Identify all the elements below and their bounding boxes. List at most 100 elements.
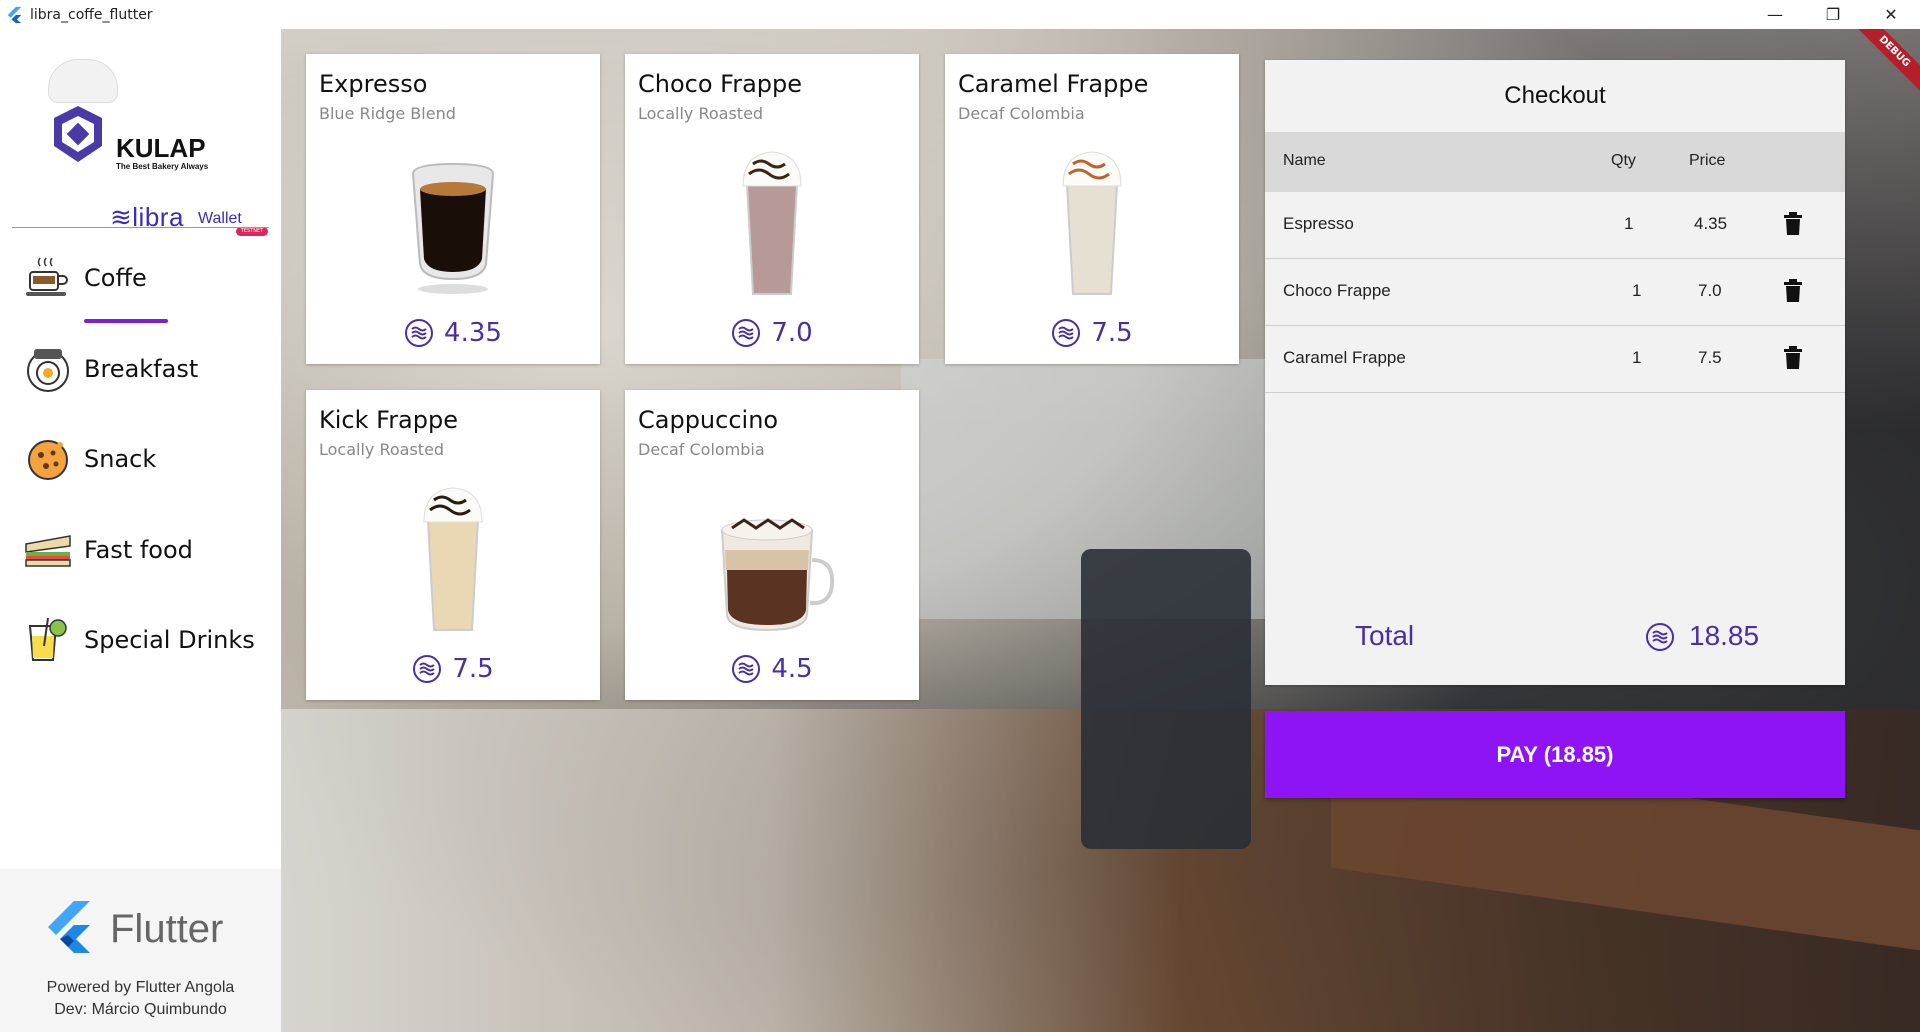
product-price-row: 4.5 (625, 654, 919, 684)
caramel-frappe-image (1062, 151, 1122, 295)
checkout-table-body: Espresso 1 4.35 Choco Frappe 1 7.0 Caram… (1265, 192, 1845, 685)
total-value: 18.85 (1689, 620, 1760, 651)
nav-item-breakfast[interactable]: Breakfast (24, 345, 198, 393)
product-card-cappuccino[interactable]: Cappuccino Decaf Colombia 4.5 (625, 390, 919, 700)
product-name: Choco Frappe (638, 70, 803, 98)
window-controls: — ❐ ✕ (1746, 0, 1920, 29)
brand-logo: KULAP The Best Bakery Always ≋libra Wall… (40, 59, 280, 239)
active-nav-indicator (84, 319, 168, 323)
product-price-row: 7.5 (945, 318, 1239, 348)
product-price-row: 7.5 (306, 654, 600, 684)
close-button[interactable]: ✕ (1862, 0, 1920, 29)
product-subtitle: Decaf Colombia (638, 440, 765, 459)
delete-icon[interactable] (1783, 346, 1803, 370)
item-name: Choco Frappe (1283, 281, 1391, 300)
product-price: 7.5 (452, 654, 494, 684)
coffee-cup-icon (26, 257, 68, 296)
minimize-button[interactable]: — (1746, 0, 1804, 29)
kick-frappe-image (423, 487, 483, 631)
wallet-label: Wallet (198, 210, 242, 227)
header-qty: Qty (1611, 152, 1636, 169)
delete-icon[interactable] (1783, 212, 1803, 236)
cappuccino-mug-image (720, 518, 835, 632)
product-card-kick-frappe[interactable]: Kick Frappe Locally Roasted 7.5 (306, 390, 600, 700)
flutter-wordmark: Flutter (110, 907, 224, 951)
total-label: Total (1355, 620, 1415, 651)
product-price-row: 7.0 (625, 318, 919, 348)
nav-item-coffe[interactable]: Coffe (24, 254, 147, 302)
flutter-logo-icon (48, 901, 90, 953)
product-subtitle: Locally Roasted (638, 104, 764, 123)
debug-banner: DEBUG (1845, 29, 1920, 101)
brand-tagline: The Best Bakery Always (116, 162, 209, 171)
checkout-table-header: Name Qty Price (1265, 132, 1845, 192)
choco-frappe-image (742, 151, 802, 295)
espresso-glass-image (411, 162, 495, 294)
table-row: Caramel Frappe 1 7.5 (1265, 326, 1845, 393)
item-qty: 1 (1632, 348, 1642, 367)
libra-coin-icon (413, 655, 442, 683)
item-price: 4.35 (1694, 214, 1728, 233)
product-subtitle: Locally Roasted (319, 440, 445, 459)
product-card-choco-frappe[interactable]: Choco Frappe Locally Roasted 7.0 (625, 54, 919, 364)
libra-coin-icon (405, 319, 434, 347)
developer-credit: Dev: Márcio Quimbundo (54, 1001, 227, 1018)
product-price-row: 4.35 (306, 318, 600, 348)
nav-label-coffe: Coffe (84, 264, 147, 292)
flutter-app-icon (7, 6, 22, 23)
product-price: 7.5 (1091, 318, 1133, 348)
libra-logo: ≋libra (110, 202, 184, 232)
nav-item-snack[interactable]: Snack (24, 435, 156, 483)
item-name: Caramel Frappe (1283, 348, 1406, 367)
testnet-badge: TESTNET (236, 227, 268, 236)
product-price: 4.5 (771, 654, 813, 684)
sidebar-footer: Flutter Powered by Flutter Angola Dev: M… (0, 869, 281, 1032)
sandwich-icon (25, 535, 71, 567)
chef-hat-icon (48, 59, 118, 103)
brand-name: KULAP (116, 133, 206, 163)
nav-item-fast-food[interactable]: Fast food (24, 526, 193, 574)
nav-label-fast-food: Fast food (84, 536, 193, 564)
breakfast-egg-icon (27, 349, 69, 392)
nav-label-snack: Snack (84, 445, 157, 473)
nav-label-special-drinks: Special Drinks (84, 626, 255, 654)
libra-coin-icon (1646, 623, 1674, 651)
product-card-expresso[interactable]: Expresso Blue Ridge Blend 4.35 (306, 54, 600, 364)
header-price: Price (1689, 152, 1726, 169)
item-qty: 1 (1624, 214, 1634, 233)
maximize-button[interactable]: ❐ (1804, 0, 1862, 29)
nav-item-special-drinks[interactable]: Special Drinks (24, 616, 255, 664)
item-qty: 1 (1632, 281, 1642, 300)
item-price: 7.0 (1698, 281, 1722, 300)
product-subtitle: Blue Ridge Blend (319, 104, 456, 123)
lemonade-icon (28, 617, 67, 661)
product-name: Cappuccino (638, 406, 779, 434)
libra-coin-icon (732, 655, 761, 683)
header-name: Name (1283, 152, 1326, 169)
nav-label-breakfast: Breakfast (84, 355, 199, 383)
table-row: Espresso 1 4.35 (1265, 192, 1845, 259)
product-name: Kick Frappe (319, 406, 458, 434)
product-subtitle: Decaf Colombia (958, 104, 1085, 123)
item-name: Espresso (1283, 214, 1354, 233)
product-card-caramel-frappe[interactable]: Caramel Frappe Decaf Colombia 7.5 (945, 54, 1239, 364)
cookie-icon (28, 440, 68, 480)
product-name: Expresso (319, 70, 428, 98)
sidebar: KULAP The Best Bakery Always ≋libra Wall… (0, 29, 281, 1032)
product-name: Caramel Frappe (958, 70, 1149, 98)
checkout-title: Checkout (1265, 60, 1845, 132)
libra-coin-icon (732, 319, 761, 347)
sidebar-divider (12, 227, 269, 228)
item-price: 7.5 (1698, 348, 1722, 367)
window-title-bar: libra_coffe_flutter — ❐ ✕ (0, 0, 1920, 29)
product-price: 7.0 (771, 318, 813, 348)
background-chair (1081, 549, 1251, 849)
table-row: Choco Frappe 1 7.0 (1265, 259, 1845, 326)
pay-button[interactable]: PAY (18.85) (1265, 711, 1845, 798)
product-price: 4.35 (444, 318, 502, 348)
delete-icon[interactable] (1783, 279, 1803, 303)
powered-by-text: Powered by Flutter Angola (46, 979, 235, 996)
checkout-panel: Checkout Name Qty Price Espresso 1 4.35 … (1265, 60, 1845, 685)
libra-coin-icon (1052, 319, 1081, 347)
kulap-shield-icon (54, 106, 102, 162)
